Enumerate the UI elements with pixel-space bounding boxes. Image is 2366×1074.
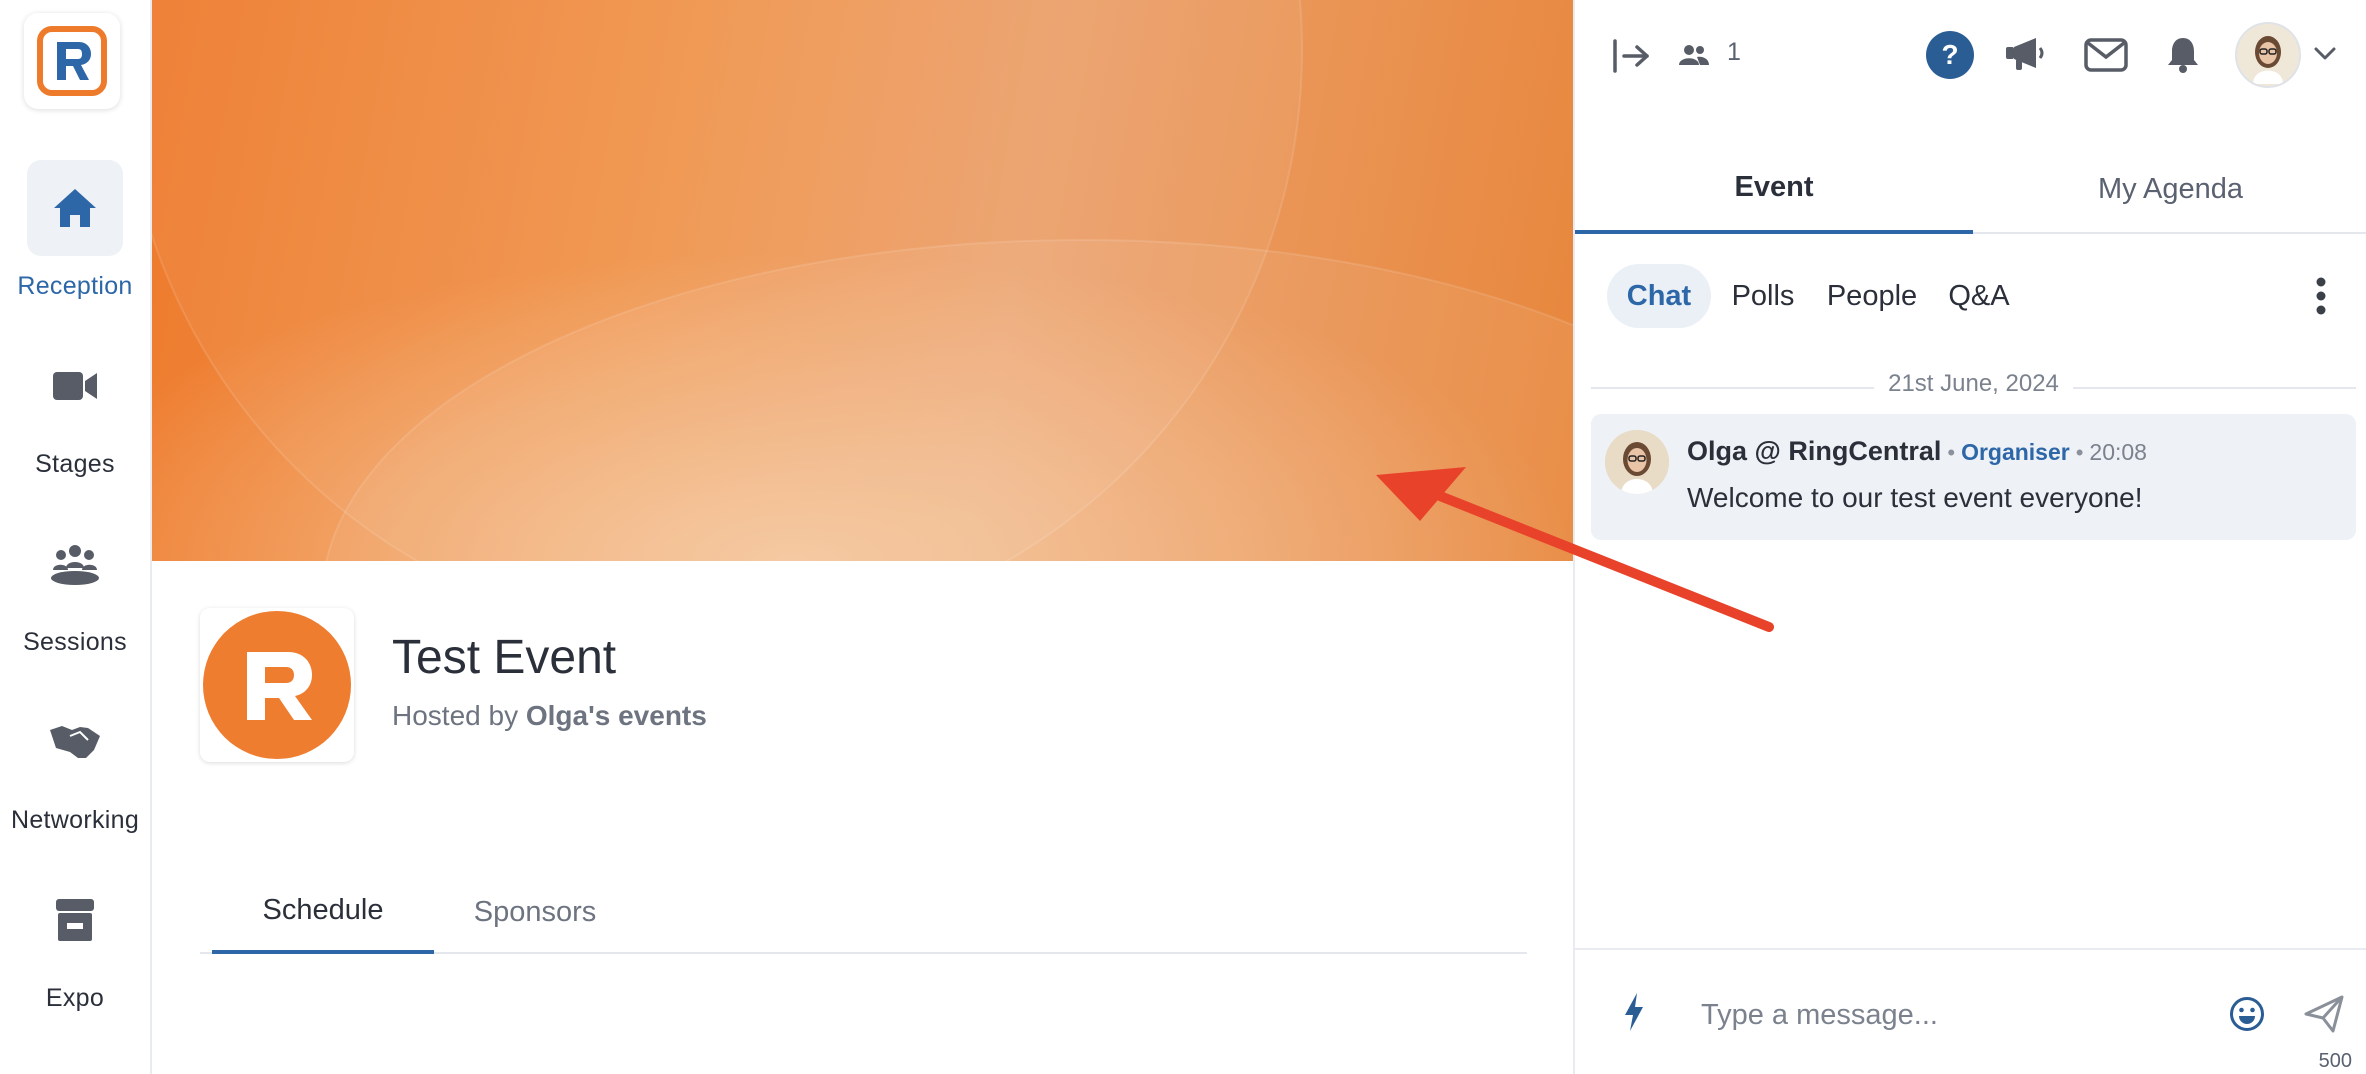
separator-dot: • [2075,440,2084,465]
message-avatar[interactable] [1605,430,1669,494]
message-header: Olga @ RingCentral • Organiser • 20:08 [1687,436,2147,467]
subtab-qa[interactable]: Q&A [1937,264,2021,328]
sidebar-item-sessions[interactable]: Sessions [0,516,150,657]
chat-date: 21st June, 2024 [1874,370,2073,397]
lightning-icon[interactable] [1619,988,1649,1036]
app-window: Reception Stages Sessions Networking Exp… [0,0,2366,1074]
help-icon[interactable]: ? [1925,30,1975,80]
panel-tabs: Event My Agenda [1575,144,2366,234]
video-camera-icon [27,338,123,434]
main-content: Test Event Hosted by Olga's events Sched… [152,0,1573,1074]
megaphone-icon[interactable] [2003,34,2049,74]
message-composer: 500 [1575,948,2366,1074]
message-input[interactable] [1701,990,2181,1040]
mail-icon[interactable] [2083,36,2129,74]
sidebar: Reception Stages Sessions Networking Exp… [0,0,152,1074]
subtab-people[interactable]: People [1815,264,1929,328]
side-panel: 1 ? Event My Agenda Chat Polls People Q&… [1573,0,2366,1074]
chat-message[interactable]: Olga @ RingCentral • Organiser • 20:08 Welco… [1591,414,2356,540]
sidebar-item-label: Stages [35,450,115,478]
ringcentral-r-logo-icon [203,611,351,759]
sidebar-item-reception[interactable]: Reception [0,160,150,301]
app-logo[interactable] [24,13,120,109]
tab-event[interactable]: Event [1575,144,1973,234]
people-icon [1679,41,1709,69]
host-name-link[interactable]: Olga's events [526,700,707,731]
emoji-icon[interactable] [2227,994,2267,1034]
chat-date-divider: 21st June, 2024 [1591,370,2356,404]
character-limit: 500 [2318,1050,2352,1072]
handshake-icon [27,694,123,790]
sidebar-item-label: Networking [10,806,140,834]
subtab-chat[interactable]: Chat [1607,264,1711,328]
home-icon [27,160,123,256]
event-logo [200,608,354,762]
event-tabs: Schedule Sponsors [200,870,1527,954]
exit-icon[interactable] [1611,36,1651,76]
event-host-line: Hosted by Olga's events [392,700,707,732]
send-icon[interactable] [2301,992,2347,1036]
sidebar-item-label: Reception [17,272,133,300]
tab-my-agenda[interactable]: My Agenda [1973,144,2366,234]
ringcentral-r-logo-icon [37,26,107,96]
subtab-polls[interactable]: Polls [1721,264,1805,328]
message-text: Welcome to our test event everyone! [1687,482,2143,513]
organiser-badge: Organiser [1961,439,2070,465]
message-time: 20:08 [2089,439,2147,465]
sidebar-item-expo[interactable]: Expo [0,872,150,1013]
message-author[interactable]: Olga @ RingCentral [1687,436,1941,466]
event-title: Test Event [392,631,617,684]
sidebar-item-stages[interactable]: Stages [0,338,150,479]
booth-icon [27,872,123,968]
user-avatar[interactable] [2235,22,2301,88]
event-banner-image [152,0,1573,561]
chat-date-wrap: 21st June, 2024 [1591,370,2356,398]
sidebar-item-label: Expo [45,984,105,1012]
group-sessions-icon [27,516,123,612]
svg-text:?: ? [1941,39,1958,70]
online-people-count[interactable]: 1 [1727,38,1741,67]
separator-dot: • [1947,440,1956,465]
sidebar-item-networking[interactable]: Networking [0,694,150,835]
bell-icon[interactable] [2163,34,2203,74]
chevron-down-icon[interactable] [2313,42,2337,66]
hosted-by-prefix: Hosted by [392,700,519,731]
tab-sponsors[interactable]: Sponsors [450,870,620,954]
more-options-icon[interactable] [2305,272,2337,320]
sidebar-item-label: Sessions [23,628,127,656]
tab-schedule[interactable]: Schedule [212,870,434,954]
